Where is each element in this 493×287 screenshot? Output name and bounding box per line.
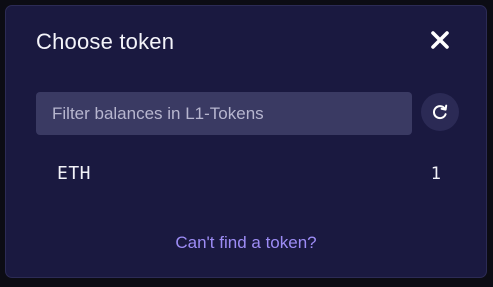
close-icon: [431, 31, 449, 49]
token-balance: 1: [430, 164, 441, 184]
token-row-eth[interactable]: ETH 1: [36, 154, 452, 192]
choose-token-modal: Choose token ETH 1 Can't find a token?: [5, 5, 487, 278]
refresh-button[interactable]: [421, 93, 459, 131]
filter-balances-input[interactable]: [36, 92, 412, 135]
token-symbol: ETH: [57, 163, 92, 184]
refresh-icon: [432, 104, 448, 120]
cant-find-token-link[interactable]: Can't find a token?: [6, 232, 486, 254]
close-button[interactable]: [428, 28, 452, 52]
modal-title: Choose token: [36, 29, 175, 54]
